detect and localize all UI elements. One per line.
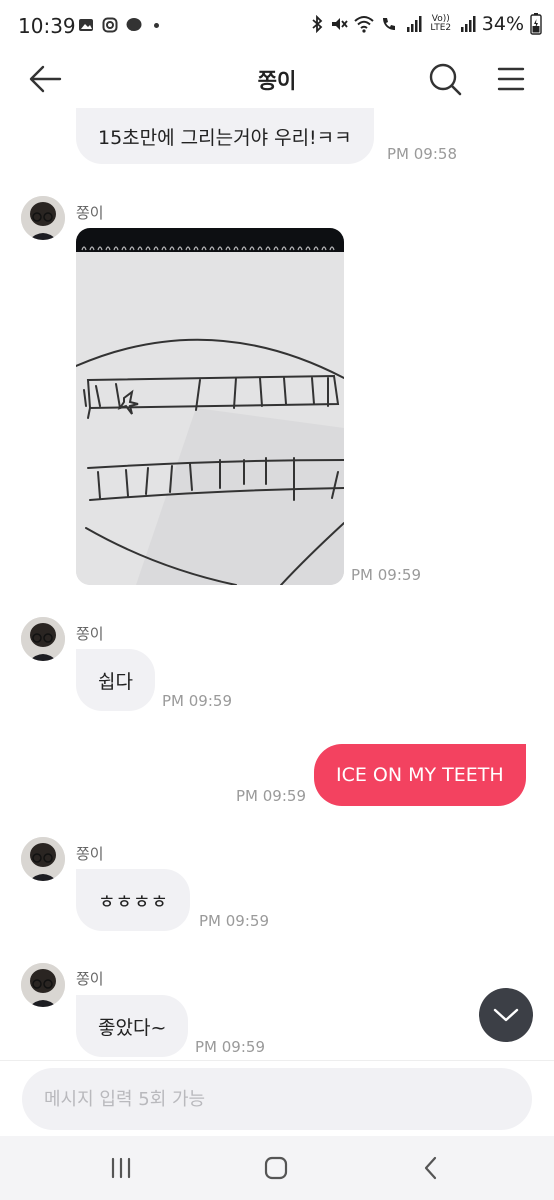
message-text: ICE ON MY TEETH [336,764,504,786]
avatar[interactable] [21,963,65,1007]
chevron-down-icon [493,1008,519,1022]
message-time: PM 09:59 [162,692,232,710]
signal-icon-2 [460,16,476,32]
avatar[interactable] [21,617,65,661]
chat-header: 쫑이 [0,52,554,108]
message-time: PM 09:59 [199,912,269,930]
status-time: 10:39 [18,14,76,38]
message-input[interactable] [22,1068,532,1130]
volte-label: Vo)) LTE2 [430,14,452,33]
drawing-photo-image [76,228,344,585]
message-bubble[interactable]: ㅎㅎㅎㅎ [76,869,190,931]
wifi-calling-icon [382,18,395,30]
system-navigation-bar [0,1136,554,1200]
message-time: PM 09:58 [387,145,457,163]
sender-name: 쫑이 [76,970,104,988]
mute-icon [331,18,348,30]
message-time: PM 09:59 [236,787,306,805]
message-text: ㅎㅎㅎㅎ [98,890,168,913]
avatar-image [21,963,65,1007]
avatar[interactable] [21,196,65,240]
sender-name: 쫑이 [76,204,104,222]
gallery-icon [79,19,93,31]
avatar[interactable] [21,837,65,881]
message-text: 15초만에 그리는거야 우리!ㅋㅋ [98,126,352,149]
status-bar: 10:39 Vo)) LTE2 34% [0,0,554,52]
recent-apps-icon[interactable] [106,1154,136,1182]
notification-icons [78,17,159,33]
message-bubble[interactable]: 쉽다 [76,649,155,711]
chat-screen: 10:39 Vo)) LTE2 34% 쫑이 15초만에 그리는거야 우리!ㅋㅋ… [0,0,554,1200]
message-time: PM 09:59 [195,1038,265,1056]
search-icon[interactable] [428,62,462,96]
bluetooth-icon [312,15,323,33]
home-icon[interactable] [261,1154,291,1182]
nav-back-icon[interactable] [416,1154,446,1182]
battery-icon [530,13,542,35]
message-bubble-outgoing[interactable]: ICE ON MY TEETH [314,744,526,806]
scroll-to-bottom-button[interactable] [479,988,533,1042]
wifi-icon [354,16,374,33]
message-text: 좋았다~ [98,1016,167,1039]
page-title: 쫑이 [257,69,297,93]
message-composer [0,1060,554,1136]
signal-icon-1 [406,16,422,32]
message-photo[interactable] [76,228,344,585]
chat-messages[interactable]: 15초만에 그리는거야 우리!ㅋㅋ PM 09:58 쫑이 PM 09:59 쫑… [0,108,554,1060]
message-time: PM 09:59 [351,566,421,584]
message-bubble[interactable]: 좋았다~ [76,995,189,1057]
avatar-image [21,837,65,881]
avatar-image [21,196,65,240]
avatar-image [21,617,65,661]
menu-icon[interactable] [496,64,526,94]
line-app-icon [126,18,142,31]
message-text: 쉽다 [98,670,133,693]
sender-name: 쫑이 [76,625,104,643]
system-indicators: Vo)) LTE2 34% [310,13,542,35]
instagram-icon [102,17,118,33]
battery-percent: 34% [481,13,524,35]
more-notifications-dot [154,22,159,28]
message-bubble[interactable]: 15초만에 그리는거야 우리!ㅋㅋ [76,108,374,164]
sender-name: 쫑이 [76,845,104,863]
